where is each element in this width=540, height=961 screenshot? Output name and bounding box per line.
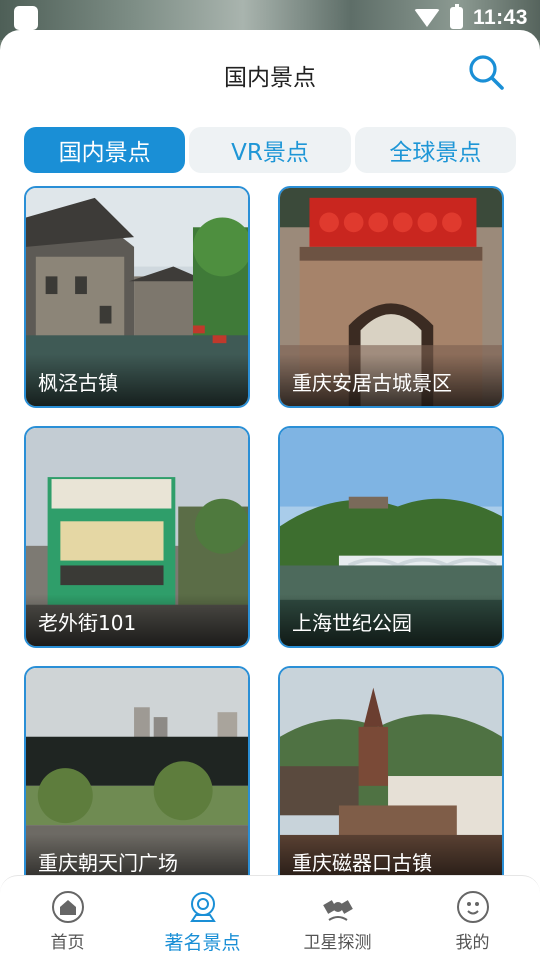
search-icon[interactable] [468,54,504,90]
scenic-card[interactable]: 重庆安居古城景区 [278,186,504,408]
bottom-nav: 首页 著名景点 卫星探测 我的 [0,875,540,961]
home-icon [51,891,84,923]
page-title: 国内景点 [224,65,316,91]
nav-satellite[interactable]: 卫星探测 [270,876,405,961]
nav-profile[interactable]: 我的 [405,876,540,961]
nav-home[interactable]: 首页 [0,876,135,961]
category-tabs: 国内景点 VR景点 全球景点 [24,127,516,173]
wifi-icon [413,9,440,27]
notification-icon [14,6,38,30]
status-icons: 11:43 [413,4,528,32]
scenic-card[interactable]: 重庆磁器口古镇 [278,666,504,888]
scenic-name: 老外街101 [26,594,248,646]
battery-icon [449,4,463,29]
nav-label: 首页 [50,933,85,953]
scenic-card[interactable]: 老外街101 [24,426,250,648]
profile-icon [456,891,489,923]
scenic-card[interactable]: 上海世纪公园 [278,426,504,648]
status-time: 11:43 [472,6,528,29]
tab-global[interactable]: 全球景点 [354,127,516,173]
nav-label: 著名景点 [164,932,241,954]
scenic-name: 上海世纪公园 [280,594,502,646]
tab-domestic[interactable]: 国内景点 [24,127,186,173]
scenic-card[interactable]: 枫泾古镇 [24,186,250,408]
nav-famous-spots[interactable]: 著名景点 [135,876,270,961]
satellite-icon [322,900,353,921]
scenic-name: 重庆安居古城景区 [280,354,502,406]
main-sheet: 国内景点 国内景点 VR景点 全球景点 枫泾古镇 重庆安居古城景区 老外街101… [0,30,540,960]
header: 国内景点 [0,30,540,118]
tab-vr[interactable]: VR景点 [189,127,351,173]
scenic-card[interactable]: 重庆朝天门广场 [24,666,250,888]
camera-icon [189,892,216,922]
nav-label: 我的 [455,933,490,953]
nav-label: 卫星探测 [303,933,372,953]
scenic-name: 枫泾古镇 [26,354,248,406]
